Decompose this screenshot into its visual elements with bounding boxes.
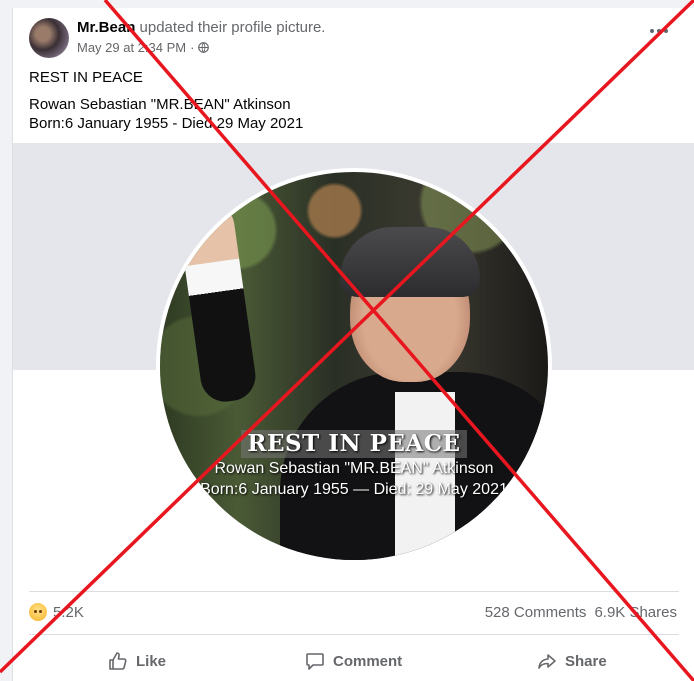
like-label: Like (136, 652, 167, 670)
post-text: REST IN PEACE Rowan Sebastian "MR.BEAN" … (29, 68, 303, 133)
more-options-icon[interactable] (650, 26, 670, 36)
photo-hair (340, 227, 480, 297)
overlay-dates: Born:6 January 1955 — Died: 29 May 2021 (200, 481, 508, 498)
author-name[interactable]: Mr.Bean (77, 19, 135, 36)
shares-count[interactable]: 6.9K Shares (594, 604, 677, 621)
meta-separator: · (190, 40, 195, 55)
post-text-line: REST IN PEACE (29, 69, 143, 86)
share-button[interactable]: Share (537, 644, 607, 678)
share-arrow-icon (538, 654, 556, 669)
engagement-stats: 528 Comments 6.9K Shares (485, 604, 677, 621)
stats-divider (29, 591, 679, 592)
post-text-line: Born:6 January 1955 - Died 29 May 2021 (29, 115, 304, 132)
sad-reaction-icon (29, 603, 47, 621)
avatar[interactable] (29, 18, 69, 58)
post-timestamp[interactable]: May 29 at 2:34 PM (77, 40, 186, 55)
profile-photo[interactable]: REST IN PEACE Rowan Sebastian "MR.BEAN" … (160, 172, 548, 560)
reaction-summary[interactable]: 5.2K (29, 603, 84, 621)
comments-count[interactable]: 528 Comments (485, 604, 587, 621)
overlay-title: REST IN PEACE (241, 430, 467, 458)
thumbs-up-icon (109, 652, 127, 670)
post-action-text: updated their profile picture. (139, 19, 326, 36)
post-header: Mr.Bean updated their profile picture. (77, 19, 325, 36)
overlay-name: Rowan Sebastian "MR.BEAN" Atkinson (214, 460, 494, 477)
share-label: Share (565, 652, 607, 670)
post-card: Mr.Bean updated their profile picture. M… (12, 8, 694, 681)
comment-label: Comment (333, 652, 403, 670)
comment-button[interactable]: Comment (305, 644, 402, 678)
photo-caption-overlay: REST IN PEACE Rowan Sebastian "MR.BEAN" … (160, 430, 548, 500)
comment-bubble-icon (306, 653, 324, 670)
reaction-count: 5.2K (53, 603, 84, 621)
actions-divider (29, 634, 679, 635)
post-text-line: Rowan Sebastian "MR.BEAN" Atkinson (29, 96, 291, 113)
globe-icon[interactable] (198, 42, 210, 53)
post-meta: May 29 at 2:34 PM · (77, 40, 210, 55)
like-button[interactable]: Like (108, 644, 166, 678)
